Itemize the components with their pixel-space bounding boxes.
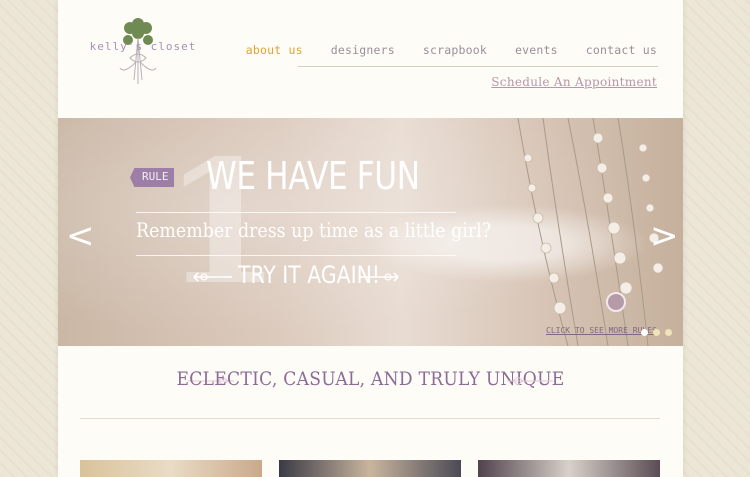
rule-tag-label: RULE: [142, 170, 169, 183]
gallery-thumbnail-3[interactable]: [478, 460, 660, 477]
slider-dots: [641, 329, 672, 336]
slider-prev-arrow[interactable]: <: [66, 216, 95, 256]
nav-item-about-us[interactable]: about us: [246, 43, 303, 57]
flourish-left-icon: [193, 272, 232, 282]
brand-name: kelly's closet: [89, 40, 197, 53]
nav-divider: [298, 66, 658, 67]
hero-divider-top: [136, 212, 456, 213]
nav-item-contact-us[interactable]: contact us: [586, 43, 657, 57]
slider-dot-1[interactable]: [641, 329, 648, 336]
tagline: ECLECTIC, CASUAL, AND TRULY UNIQUE: [58, 368, 683, 390]
hero-divider-bottom: [136, 255, 456, 256]
nav-item-designers[interactable]: designers: [331, 43, 395, 57]
content-divider: [80, 418, 660, 419]
hero-slider: 1 RULE WE HAVE FUN Remember dress up tim…: [58, 118, 683, 346]
nav-item-scrapbook[interactable]: scrapbook: [423, 43, 487, 57]
main-nav: about us designers scrapbook events cont…: [218, 43, 657, 57]
slider-next-arrow[interactable]: >: [650, 216, 679, 256]
flourish-right-icon: [360, 272, 399, 282]
hero-headline: WE HAVE FUN: [206, 154, 420, 198]
nav-item-events[interactable]: events: [515, 43, 558, 57]
rule-tag: RULE: [130, 168, 174, 187]
site-logo[interactable]: kelly's closet: [80, 10, 206, 88]
hero-subline: Remember dress up time as a little girl?: [136, 218, 492, 242]
slider-dot-2[interactable]: [653, 329, 660, 336]
page-container: kelly's closet about us designers scrapb…: [58, 0, 683, 477]
tagline-ornament-right-icon: [507, 376, 553, 386]
schedule-appointment-link[interactable]: Schedule An Appointment: [491, 75, 657, 89]
slider-dot-3[interactable]: [665, 329, 672, 336]
gallery-thumbnail-2[interactable]: [279, 460, 461, 477]
gallery-thumbnail-1[interactable]: [80, 460, 262, 477]
